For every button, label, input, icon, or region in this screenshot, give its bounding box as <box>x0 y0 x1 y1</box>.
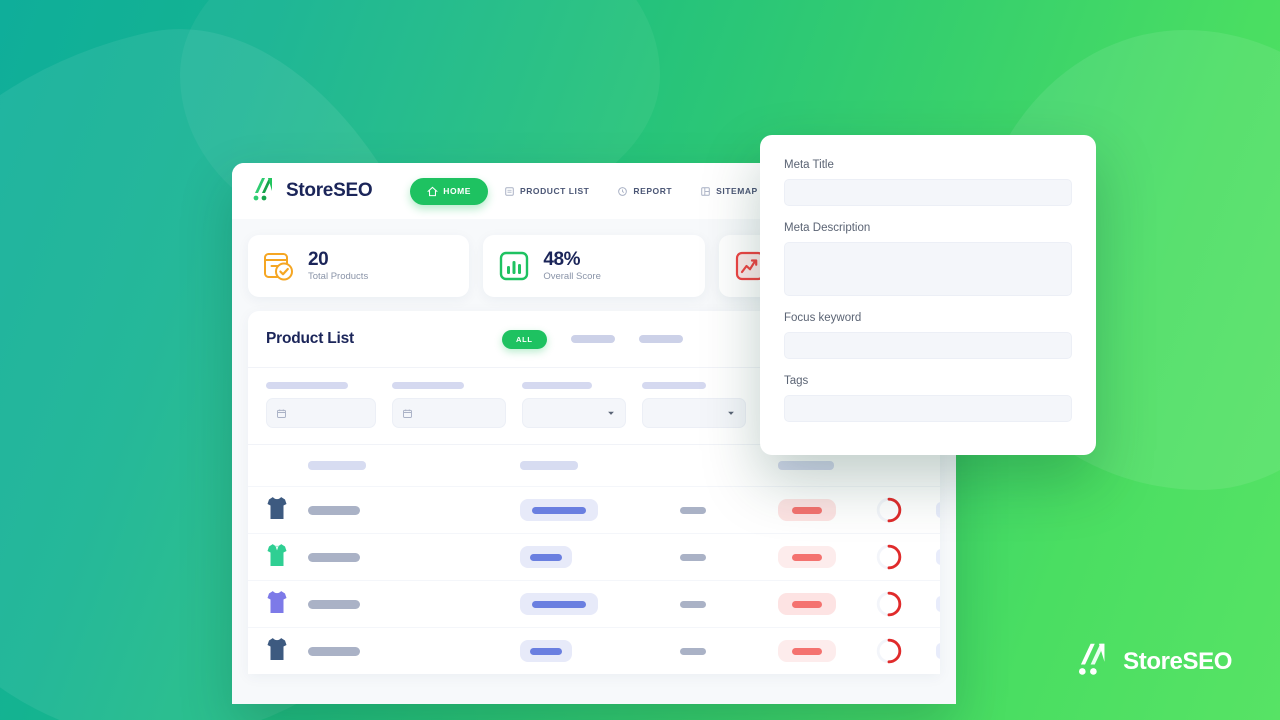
stat-card-overall-score[interactable]: 48% Overall Score <box>483 235 705 297</box>
tab-skeleton-1[interactable] <box>570 335 615 343</box>
fix-button[interactable]: FIX <box>936 502 940 518</box>
nav-item-product-list-label: PRODUCT LIST <box>520 186 590 196</box>
brand-logo[interactable]: StoreSEO <box>248 176 373 207</box>
tshirt-purple-icon <box>267 590 287 613</box>
calendar-icon <box>403 409 412 418</box>
nav-item-product-list[interactable]: PRODUCT LIST <box>492 179 601 204</box>
meta-title-badge <box>520 499 598 521</box>
nav-item-sitemap-label: SITEMAP <box>716 186 758 196</box>
promo-banner: StoreSEO HOME PRODUCT LIST REPORT SITEMA… <box>0 0 1280 720</box>
page-title: Product List <box>266 330 355 347</box>
column-header-skeleton <box>308 461 366 470</box>
date-from-input[interactable] <box>266 398 376 428</box>
fix-button[interactable]: FIX <box>936 549 940 565</box>
tab-skeleton-2[interactable] <box>638 335 683 343</box>
product-name-skeleton <box>308 599 360 609</box>
column-header-skeleton <box>778 461 834 470</box>
stat-label-overall-score: Overall Score <box>543 271 601 283</box>
filter-sort <box>642 382 746 428</box>
meta-description-textarea[interactable] <box>784 242 1072 296</box>
tags-label: Tags <box>784 375 809 387</box>
table-row[interactable]: FIX VIEW <box>248 580 940 627</box>
seo-score-ring <box>876 638 902 664</box>
tshirt-green-icon <box>267 543 287 566</box>
filter-status <box>522 382 626 428</box>
nav-item-report-label: REPORT <box>633 186 673 196</box>
table-row[interactable]: FIX VIEW <box>248 486 940 533</box>
watermark-text: StoreSEO <box>1123 647 1232 675</box>
chevron-down-icon <box>728 411 734 415</box>
main-nav: HOME PRODUCT LIST REPORT SITEMAP <box>410 177 770 205</box>
storeseo-logo-icon <box>248 176 278 207</box>
tags-input[interactable] <box>784 395 1072 422</box>
tshirt-navy-icon <box>267 496 287 519</box>
meta-title-input[interactable] <box>784 179 1072 206</box>
stat-value-overall-score: 48% <box>543 248 581 270</box>
nav-item-home[interactable]: HOME <box>410 177 488 205</box>
meta-description-label: Meta Description <box>784 222 871 234</box>
tab-all[interactable]: ALL <box>502 329 547 349</box>
list-icon <box>505 186 514 196</box>
product-name-skeleton <box>308 646 360 656</box>
focus-keyword-label: Focus keyword <box>784 312 862 324</box>
table-row[interactable]: FIX VIEW <box>248 533 940 580</box>
meta-title-label: Meta Title <box>784 159 834 171</box>
clock-icon <box>618 186 628 196</box>
seo-score-ring <box>876 497 902 523</box>
brand-name: StoreSEO <box>286 180 373 201</box>
date-to-input[interactable] <box>392 398 506 428</box>
seo-score-ring <box>876 591 902 617</box>
stat-label-total-products: Total Products <box>308 271 369 283</box>
issues-badge <box>778 546 836 568</box>
filter-label-skeleton <box>642 382 706 389</box>
keyword-skeleton <box>680 553 706 561</box>
keyword-skeleton <box>680 600 706 608</box>
calendar-icon <box>277 409 286 418</box>
seo-edit-modal: Meta Title Meta Description Focus keywor… <box>760 135 1096 455</box>
issues-badge <box>778 593 836 615</box>
storeseo-logo-white-icon <box>1071 641 1113 682</box>
filter-tabs: ALL <box>502 329 683 349</box>
product-name-skeleton <box>308 552 360 562</box>
box-check-icon <box>264 253 293 281</box>
sort-select[interactable] <box>642 398 746 428</box>
column-header-skeleton <box>520 461 578 470</box>
issues-badge <box>778 499 836 521</box>
chevron-down-icon <box>608 411 614 415</box>
meta-title-badge <box>520 593 598 615</box>
stat-card-total-products[interactable]: 20 Total Products <box>248 235 470 297</box>
tshirt-navy-icon <box>267 637 287 660</box>
nav-item-home-label: HOME <box>443 186 471 196</box>
filter-label-skeleton <box>266 382 348 389</box>
keyword-skeleton <box>680 647 706 655</box>
fix-button[interactable]: FIX <box>936 643 940 659</box>
fix-button[interactable]: FIX <box>936 596 940 612</box>
sitemap-icon <box>701 186 710 196</box>
status-select[interactable] <box>522 398 626 428</box>
meta-title-badge <box>520 640 572 662</box>
bar-chart-icon <box>500 251 529 281</box>
filter-label-skeleton <box>392 382 464 389</box>
nav-item-report[interactable]: REPORT <box>605 179 684 204</box>
focus-keyword-input[interactable] <box>784 332 1072 359</box>
watermark-logo: StoreSEO <box>1071 641 1232 682</box>
filter-label-skeleton <box>522 382 592 389</box>
product-name-skeleton <box>308 505 360 515</box>
issues-badge <box>778 640 836 662</box>
nav-item-sitemap[interactable]: SITEMAP <box>688 179 770 204</box>
seo-score-ring <box>876 544 902 570</box>
home-icon <box>427 186 439 196</box>
meta-title-badge <box>520 546 572 568</box>
filter-date-from <box>266 382 376 428</box>
stat-value-total-products: 20 <box>308 248 329 270</box>
keyword-skeleton <box>680 506 706 514</box>
filter-date-to <box>392 382 506 428</box>
table-row[interactable]: FIX VIEW <box>248 627 940 674</box>
